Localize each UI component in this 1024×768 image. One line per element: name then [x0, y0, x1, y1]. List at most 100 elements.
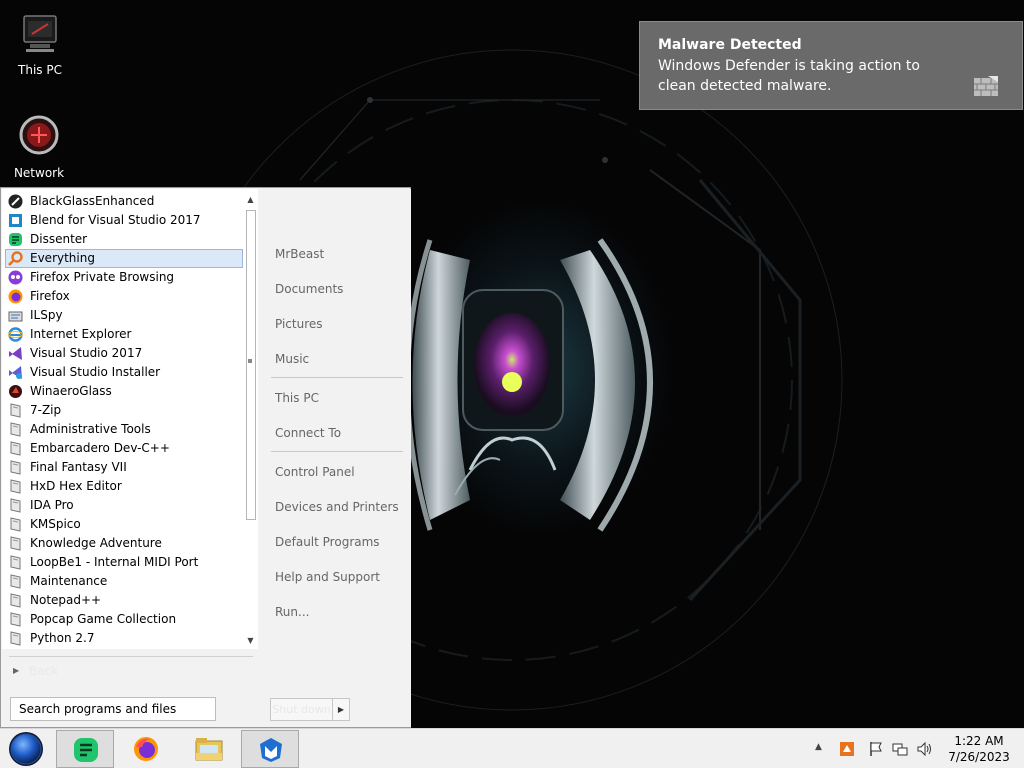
network-icon — [19, 115, 59, 155]
shutdown-options-arrow-icon[interactable]: ▶ — [333, 699, 349, 720]
program-item-label: Blend for Visual Studio 2017 — [30, 213, 201, 227]
program-item[interactable]: HxD Hex Editor — [5, 477, 243, 496]
taskbar-malwarebytes-button[interactable] — [241, 730, 299, 768]
taskbar-firefox-button[interactable] — [117, 730, 175, 768]
program-item[interactable]: Firefox Private Browsing — [5, 268, 243, 287]
start-right-item[interactable]: Connect To — [275, 425, 341, 441]
program-list-panel: BlackGlassEnhanced Blend for Visual Studi… — [2, 189, 258, 649]
program-item[interactable]: LoopBe1 - Internal MIDI Port — [5, 553, 243, 572]
program-item-label: Firefox Private Browsing — [30, 270, 175, 284]
start-search-input[interactable]: Search programs and files — [10, 697, 216, 721]
start-right-item[interactable]: Control Panel — [275, 464, 355, 480]
show-hidden-icons-chevron-icon[interactable]: ▲ — [815, 742, 831, 758]
program-item[interactable]: Embarcadero Dev-C++ — [5, 439, 243, 458]
program-item-label: WinaeroGlass — [30, 384, 112, 398]
clock-time: 1:22 AM — [954, 734, 1004, 748]
shutdown-button[interactable]: Shut down — [271, 699, 333, 720]
program-item-label: HxD Hex Editor — [30, 479, 122, 493]
program-item[interactable]: 7-Zip — [5, 401, 243, 420]
shutdown-button-group[interactable]: Shut down ▶ — [270, 698, 350, 721]
scroll-down-arrow-icon[interactable]: ▼ — [244, 635, 257, 647]
start-right-item[interactable]: Pictures — [275, 316, 323, 332]
all-programs-label: Back — [29, 664, 59, 678]
program-item-label: Firefox — [30, 289, 70, 303]
program-item[interactable]: ILSpy — [5, 306, 243, 325]
winaeroglass-icon — [9, 385, 22, 398]
folder-icon — [10, 403, 21, 418]
program-item[interactable]: Visual Studio Installer — [5, 363, 243, 382]
program-item-label: Notepad++ — [30, 593, 102, 607]
network-icon[interactable] — [892, 741, 908, 757]
dissenter-icon — [9, 233, 22, 246]
firefox-private-icon — [8, 270, 23, 285]
malwarebytes-icon — [260, 738, 282, 762]
program-item-label: Everything — [30, 251, 95, 265]
volume-icon[interactable] — [916, 741, 932, 757]
all-programs-back-button[interactable]: ▶ Back — [9, 656, 253, 684]
back-triangle-icon: ▶ — [13, 666, 20, 675]
program-item[interactable]: BlackGlassEnhanced — [5, 192, 243, 211]
start-right-item[interactable]: Help and Support — [275, 569, 380, 585]
folder-icon — [10, 612, 21, 627]
defender-wall-icon — [974, 76, 998, 96]
program-item[interactable]: Dissenter — [5, 230, 243, 249]
start-right-item[interactable]: MrBeast — [275, 246, 324, 262]
program-item-label: Maintenance — [30, 574, 108, 588]
start-right-item[interactable]: Devices and Printers — [275, 499, 399, 515]
firefox-icon — [134, 737, 158, 761]
start-right-item[interactable]: Default Programs — [275, 534, 380, 550]
program-item[interactable]: Popcap Game Collection — [5, 610, 243, 629]
folder-icon — [10, 441, 21, 456]
program-item[interactable]: Final Fantasy VII — [5, 458, 243, 477]
start-right-separator — [271, 451, 403, 452]
desktop-icon-this-pc[interactable]: This PC — [1, 12, 79, 77]
visual-studio-icon — [9, 347, 22, 360]
firefox-icon — [8, 289, 23, 304]
program-item[interactable]: Python 2.7 — [5, 629, 243, 648]
program-item[interactable]: Notepad++ — [5, 591, 243, 610]
program-item[interactable]: Administrative Tools — [5, 420, 243, 439]
program-item-label: Embarcadero Dev-C++ — [30, 441, 170, 455]
notification-title: Malware Detected — [658, 37, 802, 53]
desktop-icon-label: This PC — [18, 63, 62, 77]
scroll-up-arrow-icon[interactable]: ▲ — [244, 194, 257, 206]
program-item[interactable]: Knowledge Adventure — [5, 534, 243, 553]
program-item[interactable]: IDA Pro — [5, 496, 243, 515]
desktop-icon-network[interactable]: Network — [0, 115, 78, 180]
start-right-item[interactable]: Documents — [275, 281, 343, 297]
program-list: BlackGlassEnhanced Blend for Visual Studi… — [5, 192, 243, 648]
program-item-label: Internet Explorer — [30, 327, 132, 341]
program-item-label: LoopBe1 - Internal MIDI Port — [30, 555, 199, 569]
program-item[interactable]: Blend for Visual Studio 2017 — [5, 211, 243, 230]
start-menu: BlackGlassEnhanced Blend for Visual Studi… — [0, 187, 411, 728]
security-shield-icon[interactable] — [839, 741, 855, 757]
taskbar-dissenter-button[interactable] — [56, 730, 114, 768]
program-item[interactable]: Firefox — [5, 287, 243, 306]
taskbar-clock[interactable]: 1:22 AM 7/26/2023 — [940, 733, 1018, 765]
program-item-label: Knowledge Adventure — [30, 536, 162, 550]
start-right-item[interactable]: Music — [275, 351, 309, 367]
clock-date: 7/26/2023 — [948, 750, 1010, 764]
program-item[interactable]: WinaeroGlass — [5, 382, 243, 401]
action-center-flag-icon[interactable] — [868, 741, 884, 757]
scrollbar-thumb[interactable] — [246, 210, 256, 520]
folder-icon — [10, 555, 21, 570]
start-right-item[interactable]: Run... — [275, 604, 309, 620]
program-item[interactable]: KMSpico — [5, 515, 243, 534]
folder-icon — [10, 479, 21, 494]
taskbar-file-explorer-button[interactable] — [179, 730, 237, 768]
program-item[interactable]: Visual Studio 2017 — [5, 344, 243, 363]
malware-detected-notification[interactable]: Malware Detected Windows Defender is tak… — [639, 21, 1023, 110]
program-item-label: IDA Pro — [30, 498, 74, 512]
notification-body: Windows Defender is taking action to cle… — [658, 58, 920, 94]
taskbar: ▲ 1:22 AM 7/26/2023 — [0, 728, 1024, 768]
program-item[interactable]: Maintenance — [5, 572, 243, 591]
program-item-label: Visual Studio 2017 — [30, 346, 143, 360]
start-button[interactable] — [6, 731, 46, 767]
dissenter-icon — [74, 738, 98, 762]
folder-icon — [10, 536, 21, 551]
program-list-scrollbar[interactable]: ▲ ▼ — [244, 192, 257, 647]
start-right-item[interactable]: This PC — [275, 390, 319, 406]
program-item[interactable]: Everything — [5, 249, 243, 268]
program-item[interactable]: Internet Explorer — [5, 325, 243, 344]
